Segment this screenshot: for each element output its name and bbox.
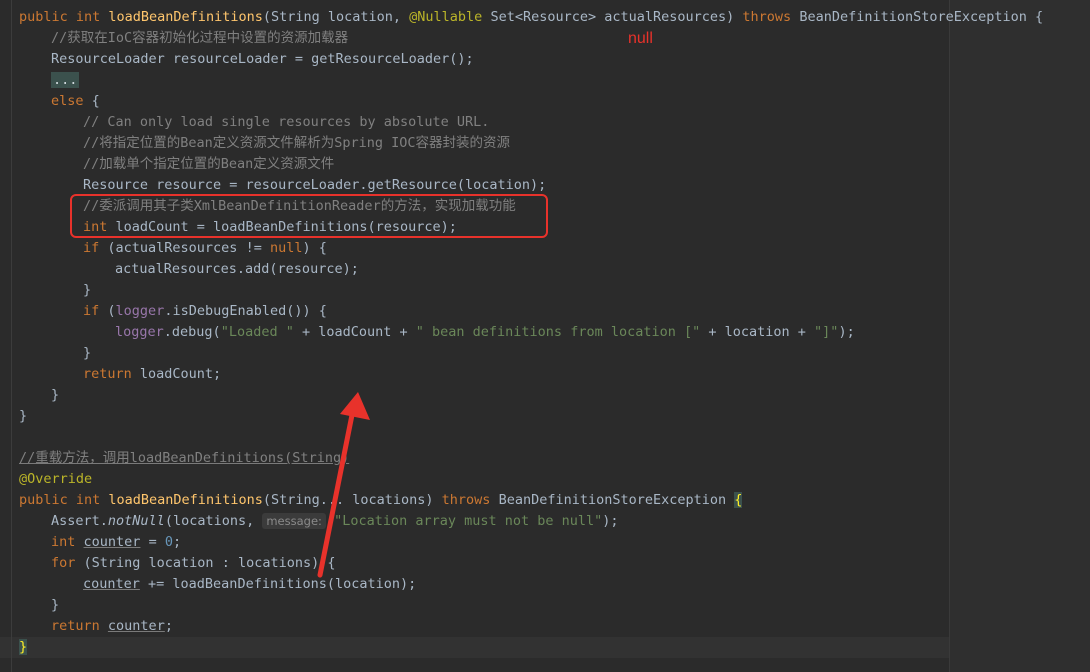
annotation-arrow bbox=[317, 392, 370, 578]
arrow-shaft bbox=[317, 412, 355, 578]
arrow-head bbox=[340, 392, 370, 420]
